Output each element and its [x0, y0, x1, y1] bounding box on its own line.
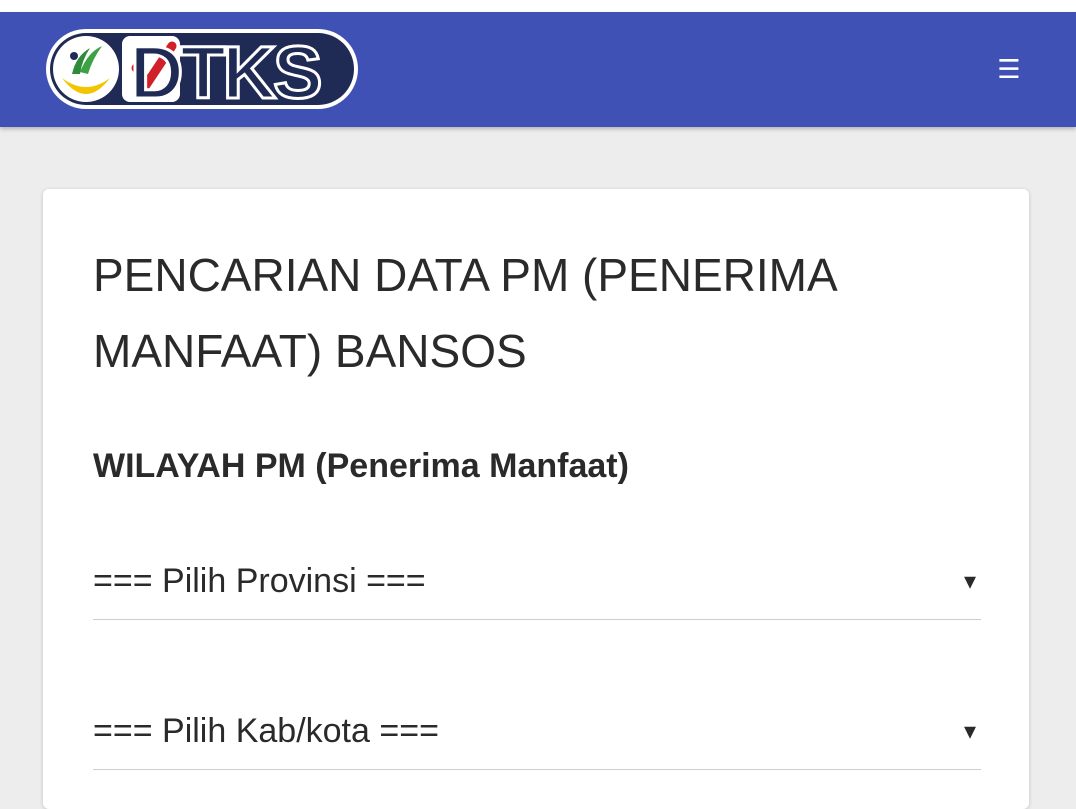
- dtks-logo[interactable]: DTKS: [44, 26, 360, 112]
- province-select[interactable]: === Pilih Provinsi === ▾: [93, 542, 981, 620]
- top-navbar: DTKS ☰: [0, 12, 1076, 127]
- chevron-down-icon: ▾: [963, 717, 977, 745]
- chevron-down-icon: ▾: [963, 567, 977, 595]
- search-card: PENCARIAN DATA PM (PENERIMA MANFAAT) BAN…: [43, 189, 1029, 809]
- city-select-value: === Pilih Kab/kota ===: [93, 712, 439, 750]
- menu-icon[interactable]: ☰: [996, 52, 1022, 88]
- logo-wordmark: DTKS: [130, 31, 320, 112]
- province-select-value: === Pilih Provinsi ===: [93, 562, 426, 600]
- page-title: PENCARIAN DATA PM (PENERIMA MANFAAT) BAN…: [93, 249, 836, 377]
- city-select[interactable]: === Pilih Kab/kota === ▾: [93, 692, 981, 770]
- section-title: WILAYAH PM (Penerima Manfaat): [93, 447, 629, 485]
- status-strip: [0, 0, 1076, 12]
